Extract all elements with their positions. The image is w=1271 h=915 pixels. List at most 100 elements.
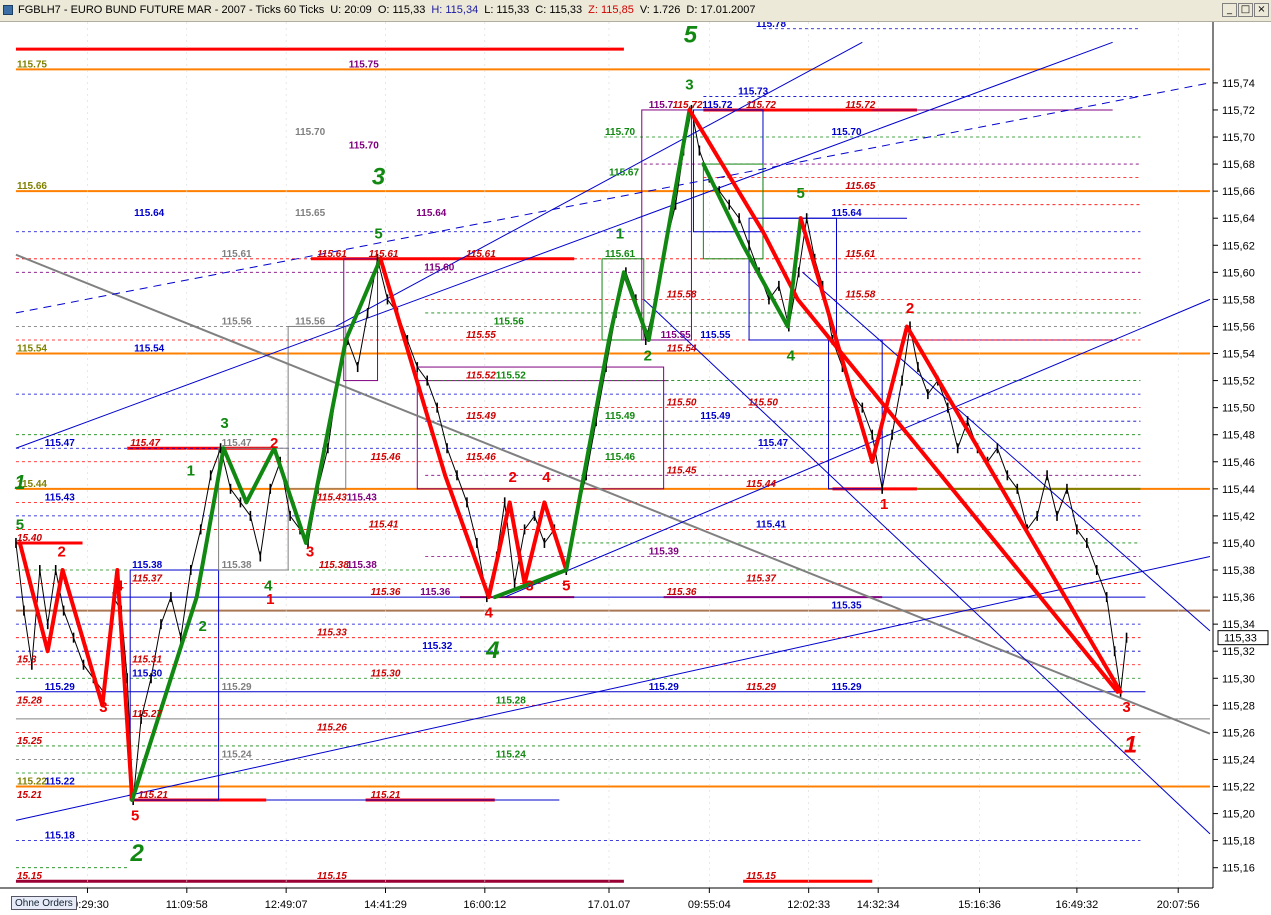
value-label: 115.78	[756, 22, 786, 30]
value-label: 115.35	[832, 601, 862, 612]
y-tick-label: 115,48	[1222, 430, 1255, 442]
value-label: 115.43	[45, 492, 75, 503]
y-tick-label: 115,22	[1222, 782, 1255, 794]
value-label: 115.75	[17, 59, 47, 70]
wave-label: 2	[644, 347, 652, 364]
y-tick-label: 115,32	[1222, 646, 1255, 658]
wave-label: 1	[1124, 732, 1137, 759]
x-tick-label: 12:49:07	[265, 899, 308, 911]
orders-button[interactable]: Ohne Orders	[11, 896, 77, 910]
trend-line	[15, 41, 1113, 449]
wave-label: 3	[685, 77, 693, 94]
y-tick-label: 115,42	[1222, 511, 1255, 523]
value-label: 115.52	[466, 371, 496, 382]
value-label: 115.29	[832, 682, 862, 693]
title-segment: FGBLH7 - EURO BUND FUTURE MAR - 2007 - T…	[18, 4, 325, 16]
value-label: 115.27	[132, 709, 162, 720]
y-tick-label: 115,72	[1222, 105, 1255, 117]
wave-label: 5	[374, 226, 382, 243]
value-label: 115.61	[369, 249, 399, 260]
value-label: 115.65	[845, 181, 875, 192]
value-label: 115.58	[845, 289, 875, 300]
value-label: 115.37	[132, 574, 162, 585]
value-label: 115.24	[496, 749, 526, 760]
value-label: 115.61	[845, 249, 875, 260]
price-chart[interactable]: 115.75115.66115.54115.44115.2215.4015.31…	[0, 22, 1271, 915]
wave-label: 3	[220, 415, 228, 432]
y-tick-label: 115,62	[1222, 240, 1255, 252]
wave-labels: 15234521234123354423451253451231	[14, 22, 1137, 867]
value-label: 115.54	[134, 344, 164, 355]
value-label: 115.21	[138, 790, 168, 801]
wave-label: 3	[372, 163, 386, 190]
value-label: 115.50	[667, 398, 697, 409]
wave-label: 1	[880, 496, 888, 513]
y-tick-label: 115,44	[1222, 484, 1255, 496]
y-tick-label: 115,16	[1222, 863, 1255, 875]
title-segment: D: 17.01.2007	[686, 4, 756, 16]
value-label: 115.65	[295, 208, 325, 219]
value-label: 115.43	[347, 492, 377, 503]
title-segment: L: 115,33	[484, 4, 530, 16]
value-label: 115.70	[605, 127, 635, 138]
title-segment: C: 115,33	[535, 4, 583, 16]
value-label: 115.61	[222, 249, 252, 260]
value-label: 115.41	[756, 519, 786, 530]
y-tick-label: 115,54	[1222, 349, 1255, 361]
title-segment: H: 115,34	[431, 4, 479, 16]
value-label: 115.29	[649, 682, 679, 693]
value-label: 115.44	[746, 479, 776, 490]
value-label: 115.15	[746, 871, 776, 882]
wave-label: 5	[131, 807, 139, 824]
value-label: 115.36	[420, 587, 450, 598]
y-tick-label: 115,68	[1222, 159, 1255, 171]
y-tick-label: 115,70	[1222, 132, 1255, 144]
value-label: 115.39	[649, 546, 679, 557]
wave-label: 2	[270, 435, 278, 452]
value-label: 115.73	[738, 86, 768, 97]
value-label: 115.55	[661, 330, 691, 341]
value-label: 115.66	[17, 181, 47, 192]
value-label: 115.56	[295, 316, 325, 327]
x-tick-label: 14:41:29	[364, 899, 407, 911]
minimize-button[interactable]: _	[1222, 3, 1237, 17]
value-label: 115.37	[746, 574, 776, 585]
x-tick-label: 20:07:56	[1157, 899, 1200, 911]
chart-area[interactable]: 115.75 115.66 115.54 115.44 115.22 15.40 15.3 1…	[0, 22, 1271, 915]
value-label: 115.54	[667, 344, 697, 355]
value-label: 115.38	[132, 560, 162, 571]
title-segment: V: 1.726	[639, 4, 681, 16]
value-label: 115.24	[222, 749, 252, 760]
value-label: 15.15	[17, 871, 42, 882]
value-label: 115.72	[702, 100, 732, 111]
value-label: 15.40	[17, 533, 42, 544]
wave-label: 4	[485, 637, 499, 664]
value-label: 115.55	[466, 330, 496, 341]
y-tick-label: 115,58	[1222, 294, 1255, 306]
close-button[interactable]: ×	[1254, 3, 1269, 17]
value-label: 115.52	[496, 371, 526, 382]
y-tick-label: 115,46	[1222, 457, 1255, 469]
value-label: 115.64	[416, 208, 446, 219]
y-tick-label: 115,38	[1222, 565, 1255, 577]
wave-label: 1	[266, 591, 274, 608]
value-label: 115.58	[667, 289, 697, 300]
maximize-button[interactable]: □	[1238, 3, 1253, 17]
window-title: FGBLH7 - EURO BUND FUTURE MAR - 2007 - T…	[18, 4, 762, 16]
trend-line	[335, 41, 863, 327]
value-label: 115.61	[466, 249, 496, 260]
value-label: 115.22	[45, 777, 75, 788]
range-box	[416, 366, 665, 490]
value-label: 115.49	[700, 411, 730, 422]
value-label: 115.18	[45, 831, 75, 842]
value-label: 115.46	[371, 452, 401, 463]
value-label: 115.22	[17, 777, 47, 788]
value-label: 115.56	[494, 316, 524, 327]
y-tick-label: 115,52	[1222, 376, 1255, 388]
value-label: 115.46	[605, 452, 635, 463]
title-segment: U: 20:09	[330, 4, 372, 16]
wave-label: 1	[14, 472, 25, 494]
x-tick-label: 11:09:58	[166, 899, 208, 911]
wave-label: 3	[525, 577, 533, 594]
value-label: 115.28	[496, 695, 526, 706]
